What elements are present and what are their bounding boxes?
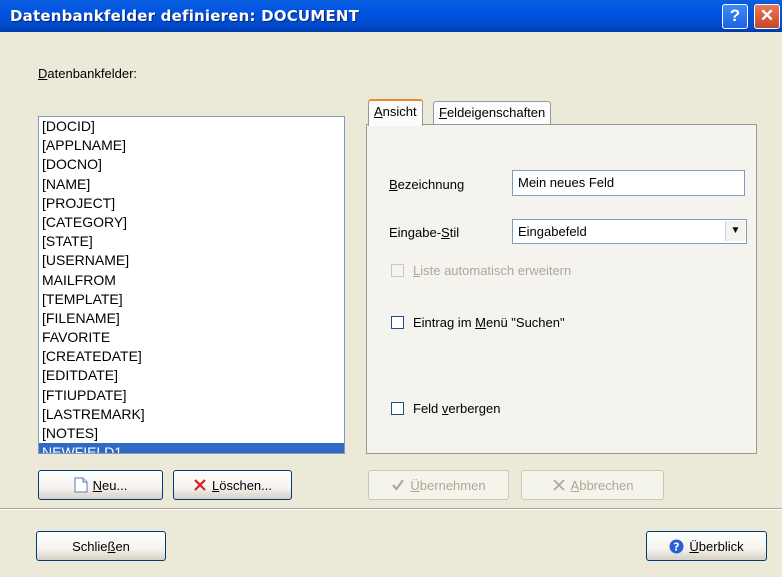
help-button[interactable]: ? <box>722 4 748 29</box>
apply-label: Übernehmen <box>410 477 486 493</box>
input-style-value: Eingabefeld <box>518 224 587 239</box>
list-item[interactable]: [STATE] <box>39 232 344 251</box>
list-item[interactable]: [APPLNAME] <box>39 136 344 155</box>
footer-divider <box>0 508 782 510</box>
list-item[interactable]: FAVORITE <box>39 328 344 347</box>
list-item[interactable]: [USERNAME] <box>39 251 344 270</box>
auto-extend-label: Liste automatisch erweitern <box>413 263 572 278</box>
list-item[interactable]: [NAME] <box>39 175 344 194</box>
close-dialog-label: Schließen <box>72 538 130 554</box>
delete-x-icon <box>194 479 206 491</box>
close-icon: ✕ <box>759 6 775 25</box>
hide-field-checkbox[interactable] <box>391 402 404 415</box>
delete-field-label: Löschen... <box>212 477 272 493</box>
svg-text:?: ? <box>674 540 680 553</box>
new-field-label: Neu... <box>92 477 128 493</box>
list-item[interactable]: [FILENAME] <box>39 309 344 328</box>
apply-button[interactable]: Übernehmen <box>368 470 509 500</box>
new-field-button[interactable]: Neu... <box>38 470 163 500</box>
help-icon: ? <box>729 6 741 25</box>
designation-input[interactable]: Mein neues Feld <box>512 170 745 196</box>
search-menu-label: Eintrag im Menü "Suchen" <box>413 315 565 330</box>
tab-feldeigenschaften[interactable]: Feldeigenschaften <box>433 101 552 125</box>
overview-button[interactable]: ? Überblick <box>646 531 767 561</box>
new-document-icon <box>74 477 88 493</box>
list-item[interactable]: [DOCID] <box>39 117 344 136</box>
database-fields-list[interactable]: [DOCID] [APPLNAME] [DOCNO] [NAME] [PROJECT][… <box>38 116 345 454</box>
delete-field-button[interactable]: Löschen... <box>173 470 292 500</box>
search-menu-checkbox[interactable] <box>391 316 404 329</box>
list-item[interactable]: [LASTREMARK] <box>39 405 344 424</box>
list-item[interactable]: [FTIUPDATE] <box>39 386 344 405</box>
list-item[interactable]: NEWFIELD1 <box>39 443 344 453</box>
hide-field-label: Feld verbergen <box>413 401 501 416</box>
tab-ansicht[interactable]: Ansicht <box>368 99 423 126</box>
fields-list-label: Datenbankfelder: <box>38 66 138 81</box>
window-title: Datenbankfelder definieren: DOCUMENT <box>10 7 360 25</box>
list-item[interactable]: [CREATEDATE] <box>39 347 344 366</box>
title-bar[interactable]: Datenbankfelder definieren: DOCUMENT ? ✕ <box>0 0 782 32</box>
list-item[interactable]: [DOCNO] <box>39 155 344 174</box>
input-style-select[interactable]: Eingabefeld ▼ <box>512 219 747 244</box>
list-item[interactable]: MAILFROM <box>39 271 344 290</box>
dropdown-arrow-icon[interactable]: ▼ <box>725 221 745 241</box>
cancel-x-icon <box>552 479 565 491</box>
help-circle-icon: ? <box>669 539 684 553</box>
close-window-button[interactable]: ✕ <box>754 4 780 29</box>
list-item[interactable]: [CATEGORY] <box>39 213 344 232</box>
list-item[interactable]: [NOTES] <box>39 424 344 443</box>
cancel-edit-label: Abbrechen <box>570 477 634 493</box>
auto-extend-checkbox[interactable] <box>391 264 404 277</box>
checkmark-icon <box>392 479 405 491</box>
designation-label: Bezeichnung <box>389 177 465 192</box>
list-item[interactable]: [TEMPLATE] <box>39 290 344 309</box>
input-style-label: Eingabe-Stil <box>389 225 460 240</box>
close-dialog-button[interactable]: Schließen <box>36 531 166 561</box>
list-item[interactable]: [EDITDATE] <box>39 366 344 385</box>
overview-label: Überblick <box>689 538 744 554</box>
dialog-window: Datenbankfelder definieren: DOCUMENT ? ✕… <box>0 0 782 577</box>
list-item[interactable]: [PROJECT] <box>39 194 344 213</box>
cancel-edit-button[interactable]: Abbrechen <box>521 470 664 500</box>
